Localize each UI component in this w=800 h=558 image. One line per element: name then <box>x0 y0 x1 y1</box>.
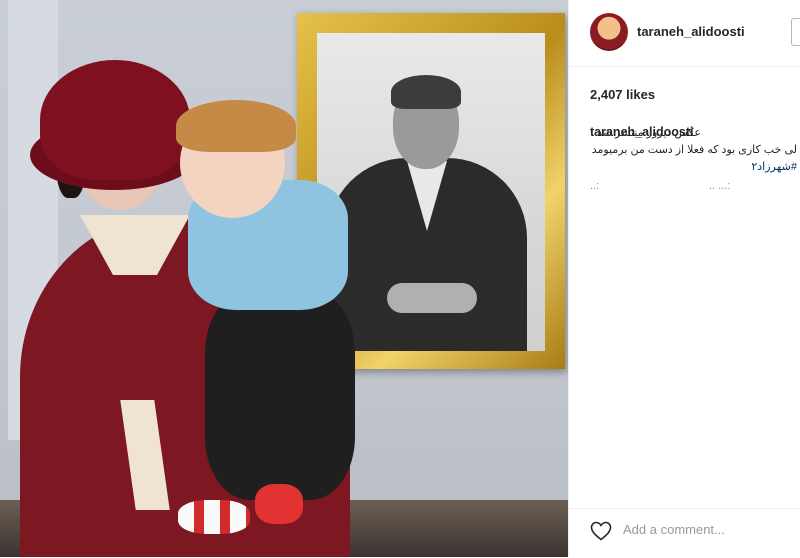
post-header: taraneh_alidoosti <box>569 0 800 67</box>
baby-pants <box>205 290 355 500</box>
caption-dots-2: .. ...: <box>709 180 731 192</box>
post-sidebar: taraneh_alidoosti 2,407 likes taraneh_al… <box>568 0 800 557</box>
likes-count[interactable]: 2,407 likes <box>590 87 655 102</box>
portrait-image <box>317 33 545 351</box>
caption-line-1: عکس دیروز منتشر شد <box>597 127 701 139</box>
baby-sock-left <box>178 500 250 534</box>
comment-input[interactable]: Add a comment... <box>623 522 725 537</box>
portrait-man-hair <box>391 75 461 109</box>
follow-button[interactable] <box>791 18 800 46</box>
portrait-man-hands <box>387 283 477 313</box>
baby-sock-right <box>255 484 303 524</box>
baby-hair <box>176 100 296 152</box>
caption-dots-1: ..: <box>590 180 600 192</box>
caption-line-2: لی خب کاری بود که فعلا از دست من برمیومد <box>591 144 797 156</box>
comment-bar: Add a comment... <box>569 508 800 558</box>
woman-hat <box>40 60 190 180</box>
avatar[interactable] <box>590 13 628 51</box>
caption-hashtag[interactable]: #شهرزاد۲ <box>751 160 797 173</box>
heart-icon[interactable] <box>589 519 613 543</box>
header-username[interactable]: taraneh_alidoosti <box>637 24 745 39</box>
post-photo[interactable] <box>0 0 568 557</box>
